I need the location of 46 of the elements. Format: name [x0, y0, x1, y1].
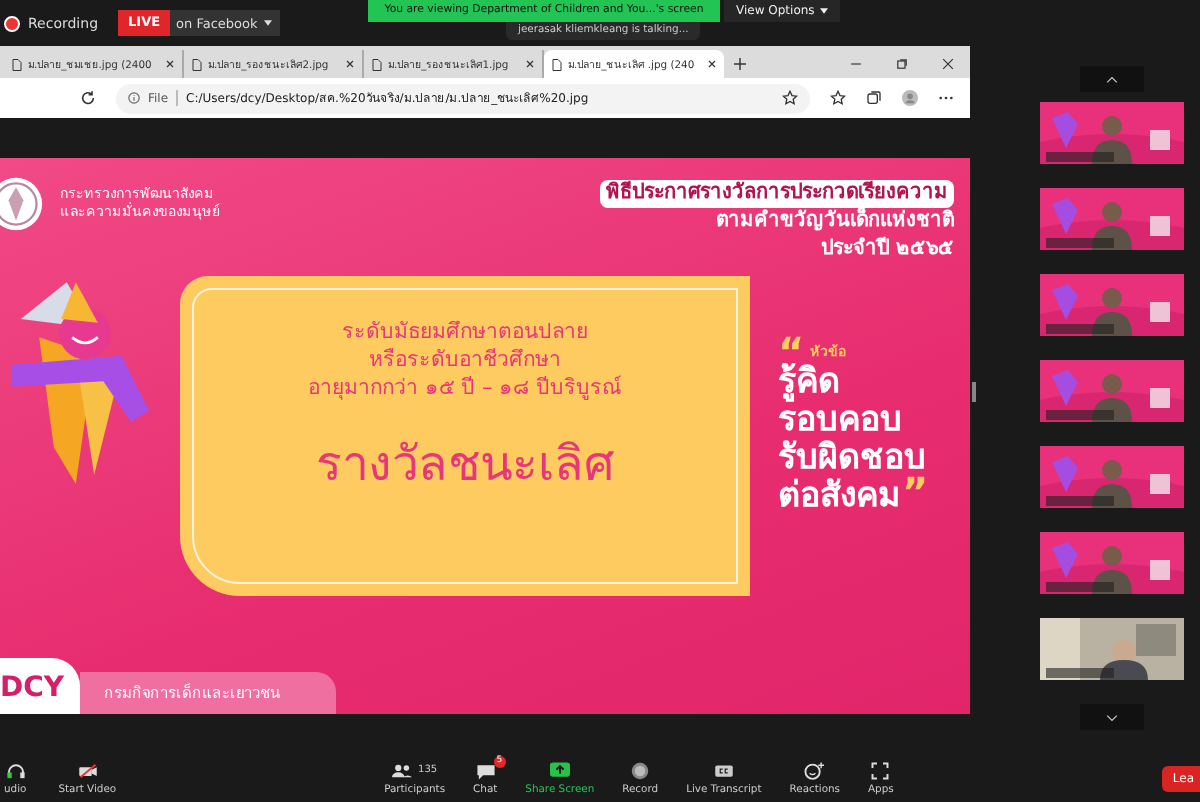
chevron-down-icon — [1106, 713, 1118, 721]
motto-line: รอบคอบ — [778, 399, 902, 440]
motto-line: รู้คิด — [778, 361, 840, 402]
chat-icon — [475, 761, 496, 779]
department-logo: DCY — [0, 658, 80, 715]
education-level: ระดับมัธยมศึกษาตอนปลาย — [342, 317, 588, 346]
quote-mark: “ — [778, 339, 805, 364]
ceremony-title: พิธีประกาศรางวัลการประกวดเรียงความ — [600, 179, 954, 208]
close-icon[interactable] — [526, 60, 534, 68]
caret-icon — [263, 20, 272, 26]
recording-icon — [4, 15, 20, 31]
refresh-icon[interactable] — [80, 90, 96, 106]
emblem-icon — [0, 175, 44, 232]
share-screen-icon — [549, 761, 570, 779]
collections-icon[interactable] — [866, 90, 882, 106]
new-tab-icon[interactable] — [734, 58, 746, 70]
ceremony-subtitle: ประจำปี ๒๕๖๕ — [819, 235, 954, 264]
favorites-icon[interactable] — [830, 90, 846, 106]
education-level: หรือระดับอาชีวศึกษา — [369, 345, 561, 374]
captions-icon — [713, 761, 734, 779]
resize-handle[interactable] — [972, 382, 976, 402]
video-off-icon — [77, 761, 98, 779]
motto-line: ต่อสังคม — [778, 475, 900, 516]
restore-icon[interactable] — [896, 58, 908, 70]
document-icon — [12, 57, 22, 71]
info-icon — [128, 92, 140, 104]
headphones-icon — [5, 761, 26, 779]
document-icon — [552, 57, 562, 71]
document-icon — [372, 57, 382, 71]
caret-icon — [820, 8, 829, 14]
people-icon — [392, 761, 413, 779]
record-icon — [630, 761, 651, 779]
smiley-icon — [804, 761, 825, 779]
minimize-icon[interactable] — [850, 58, 862, 70]
close-icon[interactable] — [708, 60, 716, 68]
ceremony-subtitle: ตามคำขวัญวันเด็กแห่งชาติ — [714, 207, 954, 236]
apps-icon — [870, 761, 891, 779]
close-icon[interactable] — [166, 60, 174, 68]
education-level: อายุมากกว่า ๑๕ ปี – ๑๘ ปีบริบูรณ์ — [308, 373, 622, 402]
document-icon — [192, 57, 202, 71]
favorite-icon[interactable] — [782, 90, 798, 106]
chevron-up-icon — [1106, 75, 1118, 83]
close-icon[interactable] — [942, 58, 954, 70]
award-title: รางวัลชนะเลิศ — [316, 433, 614, 494]
profile-icon[interactable] — [902, 90, 918, 106]
close-icon[interactable] — [346, 60, 354, 68]
